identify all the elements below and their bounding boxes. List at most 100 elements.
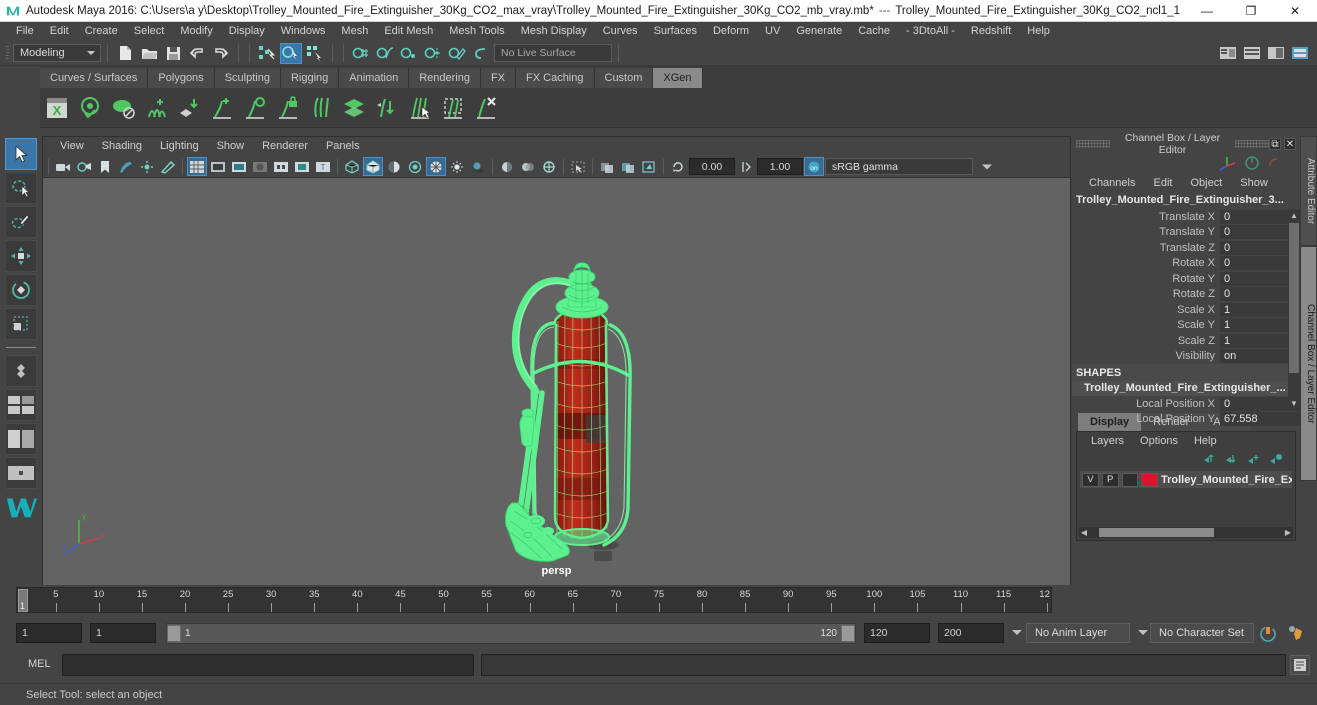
layer-row[interactable]: V P Trolley_Mounted_Fire_Ex [1080,471,1292,488]
close-button[interactable]: ✕ [1273,0,1317,22]
xgen-sculpt-icon[interactable] [405,93,435,123]
screen-space-ao-icon[interactable] [497,157,517,176]
xgen-comb-icon[interactable] [306,93,336,123]
channel-label[interactable]: Visibility [1072,350,1220,362]
undo-icon[interactable] [186,43,208,64]
scrollbar-thumb[interactable] [1289,223,1299,373]
channel-box-menu-channels[interactable]: Channels [1080,177,1144,189]
toolbar-grip[interactable] [4,43,11,63]
select-by-component-icon[interactable] [304,43,326,64]
xgen-preview-off-icon[interactable] [108,93,138,123]
channel-label[interactable]: Scale Y [1072,319,1220,331]
side-tab-channel-box-layer-editor[interactable]: Channel Box / Layer Editor [1300,246,1317,481]
scale-tool-button[interactable] [5,308,37,340]
shelf-tab-rendering[interactable]: Rendering [409,68,481,88]
menu-item-uv[interactable]: UV [757,22,788,41]
range-slider[interactable]: 1 120 [166,623,856,644]
menu-set-dropdown[interactable]: Modeling [13,44,101,62]
move-tool-button[interactable] [5,240,37,272]
xgen-select-guide-icon[interactable] [240,93,270,123]
xgen-lock-guide-icon[interactable] [273,93,303,123]
viewport-menu-panels[interactable]: Panels [317,137,369,156]
scroll-left-icon[interactable]: ◀ [1079,528,1089,537]
lighting-icon[interactable] [447,157,467,176]
menu-item-windows[interactable]: Windows [273,22,334,41]
menu-item-surfaces[interactable]: Surfaces [646,22,705,41]
snap-point-icon[interactable] [398,43,420,64]
snap-projected-center-icon[interactable] [422,43,444,64]
playback-end-time-field[interactable]: 120 [864,623,930,643]
shelf-tab-fx-caching[interactable]: FX Caching [516,68,595,88]
viewport-3d-canvas[interactable]: y x z persp [43,178,1070,585]
undock-panel-icon[interactable]: ⧉ [1269,138,1281,150]
xgen-layers-icon[interactable] [339,93,369,123]
film-gate-icon[interactable] [208,157,228,176]
channel-box-menu-object[interactable]: Object [1181,177,1231,189]
layer-menu-help[interactable]: Help [1186,435,1225,447]
anim-layer-dropdown[interactable]: No Anim Layer [1026,623,1130,643]
menu-item-display[interactable]: Display [221,22,273,41]
menu-item-deform[interactable]: Deform [705,22,757,41]
maximize-button[interactable]: ❐ [1229,0,1273,22]
viewport-menu-view[interactable]: View [51,137,93,156]
command-language-label[interactable]: MEL [28,658,51,670]
four-view-layout-button[interactable] [5,423,37,455]
channel-box-menu-edit[interactable]: Edit [1144,177,1181,189]
smooth-shade-all-icon[interactable] [363,157,383,176]
channel-label[interactable]: Rotate Y [1072,273,1220,285]
close-panel-icon[interactable]: ✕ [1284,138,1296,150]
manipulator-cycle-icon[interactable] [1244,155,1260,171]
channel-label[interactable]: Translate X [1072,211,1220,223]
layer-menu-options[interactable]: Options [1132,435,1186,447]
channel-box-icon[interactable] [1265,43,1287,64]
shadows-icon[interactable] [468,157,488,176]
wireframe-icon[interactable] [342,157,362,176]
viewport-menu-shading[interactable]: Shading [93,137,151,156]
color-management-toggle-icon[interactable]: on [804,157,824,176]
exposure-reset-icon[interactable] [668,157,688,176]
xray-active-components-icon[interactable] [639,157,659,176]
smooth-shade-selected-icon[interactable] [384,157,404,176]
manipulator-reset-icon[interactable] [1266,155,1282,171]
snap-view-plane-icon[interactable] [446,43,468,64]
channel-value-field[interactable]: 67.558 [1220,412,1300,427]
gamma-field[interactable]: 1.00 [757,158,803,175]
menu-item-edit[interactable]: Edit [42,22,77,41]
channel-label[interactable]: Local Position X [1072,398,1220,410]
safe-action-icon[interactable] [292,157,312,176]
character-set-dropdown[interactable]: No Character Set [1150,623,1254,643]
attribute-editor-icon[interactable] [1217,43,1239,64]
panel-drag-handle-right[interactable] [1235,140,1269,148]
paint-select-tool-button[interactable] [5,206,37,238]
xgen-region-icon[interactable] [438,93,468,123]
anim-layer-chevron-down-icon[interactable] [1012,630,1022,635]
layer-menu-layers[interactable]: Layers [1083,435,1132,447]
manipulator-axis-icon[interactable] [1218,154,1238,172]
persp-outliner-layout-button[interactable] [5,457,37,489]
layer-color-swatch[interactable] [1141,472,1158,487]
select-by-hierarchy-icon[interactable] [256,43,278,64]
animation-preferences-icon[interactable] [1286,624,1306,644]
menu-item-mesh-tools[interactable]: Mesh Tools [441,22,512,41]
xgen-move-guide-icon[interactable] [372,93,402,123]
animation-start-time-field[interactable]: 1 [16,623,82,643]
lasso-select-tool-button[interactable] [5,172,37,204]
menu-item-help[interactable]: Help [1019,22,1058,41]
grease-pencil-icon[interactable] [158,157,178,176]
layer-name[interactable]: Trolley_Mounted_Fire_Ex [1161,474,1292,486]
channel-label[interactable]: Translate Y [1072,226,1220,238]
flat-shade-icon[interactable] [405,157,425,176]
shelf-tab-curves-surfaces[interactable]: Curves / Surfaces [40,68,149,88]
viewport-menu-renderer[interactable]: Renderer [253,137,317,156]
channel-label[interactable]: Translate Z [1072,242,1220,254]
isolate-select-icon[interactable] [568,157,588,176]
exposure-field[interactable]: 0.00 [689,158,735,175]
channel-label[interactable]: Rotate Z [1072,288,1220,300]
safe-title-icon[interactable]: T [313,157,333,176]
xgen-add-clump-icon[interactable] [141,93,171,123]
menu-item-edit-mesh[interactable]: Edit Mesh [376,22,441,41]
bookmark-icon[interactable] [95,157,115,176]
channel-box-menu-show[interactable]: Show [1231,177,1277,189]
color-management-dropdown[interactable]: sRGB gamma [825,158,973,175]
gate-mask-icon[interactable] [250,157,270,176]
